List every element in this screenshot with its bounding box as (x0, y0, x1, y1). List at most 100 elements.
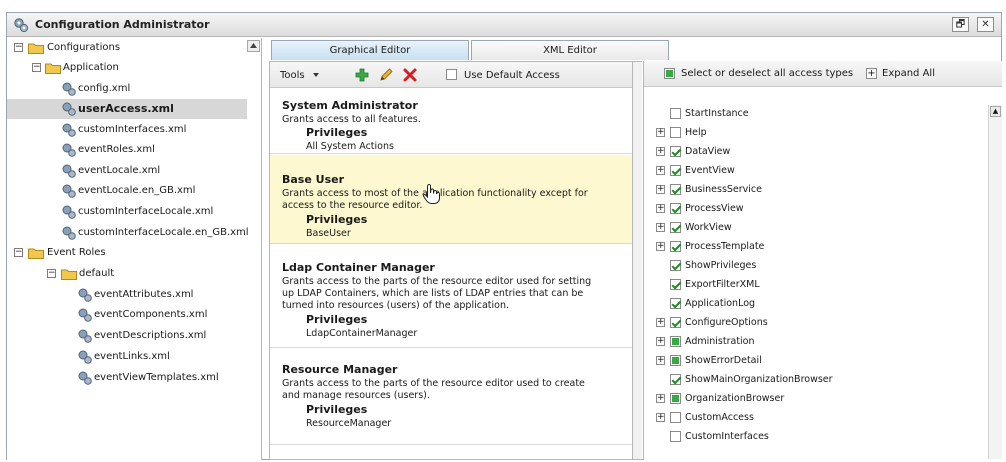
config-file-icon (78, 288, 92, 302)
close-button[interactable]: ✕ (977, 17, 994, 32)
tree-item-default[interactable]: − default (7, 264, 247, 284)
tree-item-useraccess-xml[interactable]: userAccess.xml (7, 99, 247, 119)
role-card-base-user[interactable]: Base User Grants access to most of the a… (270, 155, 632, 244)
access-item[interactable]: ShowMainOrganizationBrowser (644, 371, 984, 390)
access-checkbox[interactable] (670, 317, 681, 328)
role-card-ldap-container-manager[interactable]: Ldap Container Manager Grants access to … (270, 245, 632, 348)
tree-item-eventlocale-xml[interactable]: eventLocale.xml (7, 161, 247, 181)
access-item[interactable]: + ConfigureOptions (644, 314, 984, 333)
access-checkbox[interactable] (670, 165, 681, 176)
access-checkbox[interactable] (670, 431, 681, 442)
tree-item-eventdescriptions-xml[interactable]: eventDescriptions.xml (7, 326, 247, 346)
access-item[interactable]: + EventView (644, 162, 984, 181)
expand-toggle[interactable]: + (656, 223, 665, 232)
tab-graphical-editor[interactable]: Graphical Editor (271, 40, 469, 60)
access-checkbox[interactable] (670, 127, 681, 138)
expand-toggle[interactable]: + (656, 147, 665, 156)
role-description: Grants access to the parts of the resour… (282, 276, 592, 311)
tree-item-label: eventLocale.xml (78, 165, 161, 176)
expand-toggle[interactable]: + (656, 413, 665, 422)
access-checkbox[interactable] (670, 298, 681, 309)
access-item[interactable]: ApplicationLog (644, 295, 984, 314)
tree-item-eventviewtemplates-xml[interactable]: eventViewTemplates.xml (7, 368, 247, 388)
access-item[interactable]: + OrganizationBrowser (644, 390, 984, 409)
tree-item-eventroles-xml[interactable]: eventRoles.xml (7, 140, 247, 160)
scroll-up-button[interactable]: ▲ (990, 106, 1001, 117)
expand-toggle[interactable]: + (656, 242, 665, 251)
access-item[interactable]: + Administration (644, 333, 984, 352)
access-checkbox[interactable] (670, 260, 681, 271)
access-checkbox[interactable] (670, 146, 681, 157)
access-checkbox[interactable] (670, 393, 681, 404)
expand-toggle[interactable]: + (656, 356, 665, 365)
collapse-toggle[interactable]: − (14, 248, 23, 257)
expand-toggle[interactable]: + (656, 166, 665, 175)
tree-item-eventlinks-xml[interactable]: eventLinks.xml (7, 347, 247, 367)
tree-item-eventlocale-en-gb-xml[interactable]: eventLocale.en_GB.xml (7, 181, 247, 201)
privileges-value: LdapContainerManager (306, 328, 418, 339)
access-item[interactable]: + ProcessView (644, 200, 984, 219)
access-item[interactable]: + DataView (644, 143, 984, 162)
expand-all-icon[interactable]: + (866, 68, 877, 79)
access-checkbox[interactable] (670, 222, 681, 233)
role-description: Grants access to all features. (282, 114, 421, 125)
collapse-toggle[interactable]: − (47, 269, 56, 278)
tree-item-label: customInterfaceLocale.en_GB.xml (78, 227, 249, 238)
access-checkbox[interactable] (670, 203, 681, 214)
tools-menu[interactable]: Tools (280, 70, 320, 81)
tree-item-eventcomponents-xml[interactable]: eventComponents.xml (7, 305, 247, 325)
access-item[interactable]: + ShowErrorDetail (644, 352, 984, 371)
access-item[interactable]: + ProcessTemplate (644, 238, 984, 257)
expand-toggle[interactable]: + (656, 128, 665, 137)
role-list-scrollbar[interactable] (633, 61, 642, 460)
edit-role-button[interactable] (378, 67, 394, 83)
access-checkbox[interactable] (670, 108, 681, 119)
access-item[interactable]: ShowPrivileges (644, 257, 984, 276)
expand-toggle[interactable]: + (656, 394, 665, 403)
privileges-value: All System Actions (306, 141, 394, 152)
restore-button[interactable]: 🗗 (952, 17, 969, 32)
access-checkbox[interactable] (670, 355, 681, 366)
expand-toggle[interactable]: + (656, 204, 665, 213)
role-card-resource-manager[interactable]: Resource Manager Grants access to the pa… (270, 349, 632, 445)
tree-item-config-xml[interactable]: config.xml (7, 79, 247, 99)
access-item[interactable]: + CustomAccess (644, 409, 984, 428)
access-item[interactable]: + BusinessService (644, 181, 984, 200)
privileges-heading: Privileges (306, 213, 368, 226)
tree-item-label: config.xml (78, 83, 131, 94)
expand-toggle[interactable]: + (656, 337, 665, 346)
add-role-button[interactable] (354, 67, 370, 83)
chevron-down-icon (312, 73, 319, 77)
access-item[interactable]: CustomInterfaces (644, 428, 984, 447)
access-list-scrollbar[interactable]: ▲ (988, 105, 1002, 459)
tree-item-application[interactable]: − Application (7, 58, 247, 78)
tab-xml-editor[interactable]: XML Editor (471, 40, 669, 60)
tree-item-eventattributes-xml[interactable]: eventAttributes.xml (7, 285, 247, 305)
role-name: Ldap Container Manager (282, 261, 435, 274)
expand-toggle[interactable]: + (656, 318, 665, 327)
collapse-toggle[interactable]: − (32, 63, 41, 72)
access-item[interactable]: + Help (644, 124, 984, 143)
expand-all-button[interactable]: Expand All (882, 68, 935, 79)
access-checkbox[interactable] (670, 374, 681, 385)
access-checkbox[interactable] (670, 412, 681, 423)
tree-scroll-up-button[interactable] (247, 40, 260, 52)
tree-item-configurations[interactable]: − Configurations (7, 38, 247, 58)
select-all-access-checkbox[interactable] (664, 68, 675, 79)
access-checkbox[interactable] (670, 336, 681, 347)
use-default-access-checkbox[interactable] (446, 69, 457, 80)
tree-item-custominterfacelocale-en-gb-xml[interactable]: customInterfaceLocale.en_GB.xml (7, 223, 249, 243)
tree-item-custominterfaces-xml[interactable]: customInterfaces.xml (7, 120, 247, 140)
access-checkbox[interactable] (670, 279, 681, 290)
tree-item-event-roles[interactable]: − Event Roles (7, 243, 247, 263)
tree-item-custominterfacelocale-xml[interactable]: customInterfaceLocale.xml (7, 202, 247, 222)
expand-toggle[interactable]: + (656, 185, 665, 194)
access-checkbox[interactable] (670, 241, 681, 252)
role-card-system-administrator[interactable]: System Administrator Grants access to al… (270, 89, 632, 154)
access-checkbox[interactable] (670, 184, 681, 195)
access-item[interactable]: + WorkView (644, 219, 984, 238)
access-item[interactable]: ExportFilterXML (644, 276, 984, 295)
collapse-toggle[interactable]: − (14, 43, 23, 52)
access-item[interactable]: StartInstance (644, 105, 984, 124)
delete-role-button[interactable] (402, 67, 418, 83)
